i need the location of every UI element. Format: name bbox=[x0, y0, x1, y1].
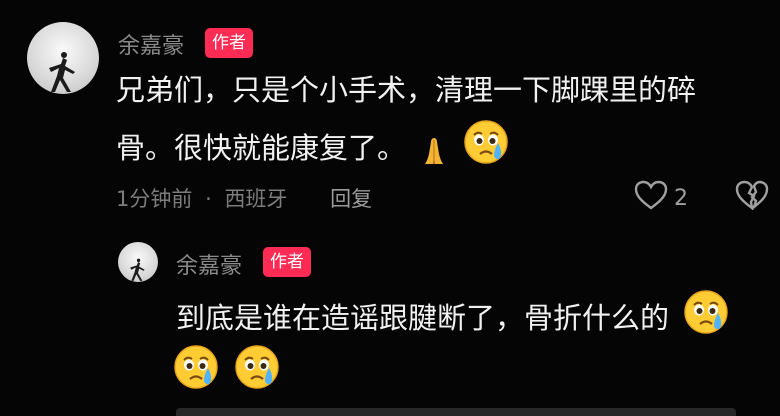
reply-item: 余嘉豪 作者 到底是谁在造谣跟腱断了，骨折什么的 bbox=[0, 230, 780, 416]
crying-face-icon bbox=[462, 118, 510, 180]
comment-meta: 1分钟前 · 西班牙 回复 bbox=[116, 183, 372, 213]
folded-hands-icon bbox=[419, 132, 449, 180]
heart-icon bbox=[634, 180, 668, 216]
reply-button[interactable]: 回复 bbox=[330, 183, 372, 213]
reply-username[interactable]: 余嘉豪 bbox=[176, 248, 242, 280]
reply-meta-cutoff bbox=[176, 408, 736, 416]
comment-text-line-2: 骨。很快就能康复了。 bbox=[116, 118, 510, 180]
meta-separator: · bbox=[205, 187, 212, 211]
reply-text-content: 到底是谁在造谣跟腱断了，骨折什么的 bbox=[176, 301, 670, 335]
reply-author-badge: 作者 bbox=[263, 247, 311, 277]
crying-face-icon bbox=[682, 288, 730, 350]
reply-avatar[interactable] bbox=[118, 242, 158, 282]
avatar[interactable] bbox=[27, 22, 99, 94]
comment-text-line-2-content: 骨。很快就能康复了。 bbox=[116, 131, 407, 165]
like-button[interactable]: 2 bbox=[634, 180, 688, 216]
comment-location: 西班牙 bbox=[224, 187, 288, 211]
comment-time: 1分钟前 bbox=[116, 187, 193, 211]
comment-username[interactable]: 余嘉豪 bbox=[118, 28, 184, 60]
like-count: 2 bbox=[674, 185, 688, 211]
crying-face-icon bbox=[172, 343, 220, 405]
avatar-person-icon bbox=[49, 52, 75, 92]
comment-text-line-1: 兄弟们，只是个小手术，清理一下脚踝里的碎 bbox=[116, 73, 697, 107]
reply-text-line-1: 到底是谁在造谣跟腱断了，骨折什么的 bbox=[176, 288, 730, 350]
broken-heart-icon bbox=[735, 180, 769, 216]
author-badge: 作者 bbox=[205, 28, 253, 58]
reply-text-line-2 bbox=[172, 343, 281, 405]
comment-item: 余嘉豪 作者 兄弟们，只是个小手术，清理一下脚踝里的碎 骨。很快就能康复了。 1… bbox=[0, 0, 780, 230]
dislike-button[interactable] bbox=[735, 180, 769, 216]
crying-face-icon bbox=[233, 343, 281, 405]
avatar-person-icon bbox=[130, 258, 145, 281]
